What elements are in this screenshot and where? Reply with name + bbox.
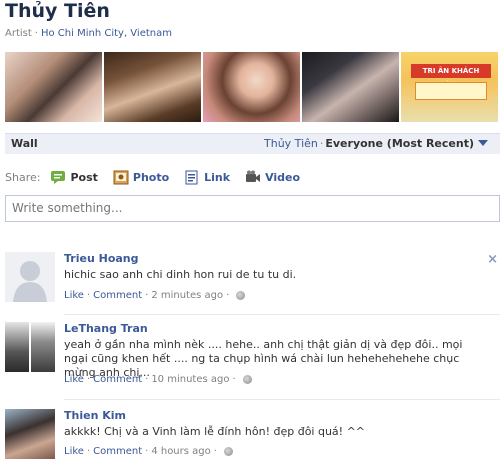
share-row: Share: Post Photo Link Video	[5, 168, 315, 186]
post-meta: Like · Comment · 4 hours ago ·	[64, 446, 233, 457]
wall-bar: Wall Thủy Tiên · Everyone (Most Recent)	[5, 133, 500, 154]
owner-filter-link[interactable]: Thủy Tiên	[264, 137, 318, 150]
share-post-button[interactable]: Post	[50, 170, 98, 185]
separator: ·	[145, 290, 149, 301]
separator: ·	[145, 374, 149, 385]
divider	[64, 399, 500, 400]
post-timestamp[interactable]: 10 minutes ago	[151, 374, 229, 385]
photo-icon	[113, 170, 129, 185]
avatar-image	[5, 322, 29, 372]
separator: ·	[86, 446, 91, 457]
photo-banner-text: TRI ÂN KHÁCH HÀNG	[411, 64, 491, 89]
share-photo-button[interactable]: Photo	[113, 170, 169, 185]
comment-link[interactable]: Comment	[93, 374, 142, 385]
photo-strip: TRI ÂN KHÁCH HÀNG	[5, 52, 500, 122]
separator: ·	[34, 28, 38, 39]
profile-subline: Artist · Ho Chi Minh City, Vietnam	[5, 28, 172, 39]
profile-name: Thủy Tiên	[5, 0, 110, 22]
post-author[interactable]: Trieu Hoang	[64, 252, 139, 265]
video-icon	[245, 170, 261, 185]
profile-photo-4[interactable]	[302, 52, 399, 122]
globe-icon	[242, 375, 252, 384]
post-timestamp[interactable]: 4 hours ago	[151, 446, 210, 457]
wall-post: Thien Kim akkkk! Chị và a Vinh làm lễ đí…	[5, 409, 500, 465]
separator: ·	[319, 137, 324, 150]
profile-photo-5[interactable]: TRI ÂN KHÁCH HÀNG	[401, 52, 498, 122]
post-author[interactable]: Thien Kim	[64, 409, 126, 422]
profile-location-link[interactable]: Ho Chi Minh City, Vietnam	[41, 28, 172, 39]
avatar[interactable]	[5, 252, 55, 302]
globe-icon	[223, 447, 233, 456]
close-icon[interactable]: ×	[487, 252, 498, 267]
avatar[interactable]	[5, 409, 55, 459]
chevron-down-icon[interactable]	[478, 140, 488, 146]
post-timestamp[interactable]: 2 minutes ago	[151, 290, 223, 301]
post-meta: Like · Comment · 2 minutes ago ·	[64, 290, 246, 301]
wall-tab[interactable]: Wall	[11, 137, 38, 150]
separator: ·	[86, 374, 91, 385]
audience-filter[interactable]: Everyone (Most Recent)	[325, 137, 474, 150]
separator: ·	[226, 290, 230, 301]
avatar[interactable]	[5, 322, 55, 372]
like-link[interactable]: Like	[64, 374, 84, 385]
avatar-image	[31, 322, 55, 372]
comment-link[interactable]: Comment	[93, 290, 142, 301]
profile-photo-3[interactable]	[203, 52, 300, 122]
share-photo-label: Photo	[132, 170, 170, 184]
profile-category: Artist	[5, 28, 32, 39]
comment-link[interactable]: Comment	[93, 446, 142, 457]
separator: ·	[145, 446, 149, 457]
share-video-button[interactable]: Video	[245, 170, 300, 185]
share-post-label: Post	[70, 170, 98, 184]
share-link-button[interactable]: Link	[184, 170, 230, 185]
share-link-label: Link	[204, 170, 231, 184]
post-meta: Like · Comment · 10 minutes ago ·	[64, 374, 252, 385]
globe-icon	[236, 291, 246, 300]
post-author[interactable]: LeThang Tran	[64, 322, 148, 335]
photo-banner-graphic	[415, 82, 487, 100]
wall-post: Trieu Hoang hichic sao anh chi dinh hon …	[5, 252, 500, 312]
write-something-input[interactable]: Write something...	[5, 195, 500, 222]
wall-post: LeThang Tran yeah ở gần nha mình nèk ...…	[5, 322, 500, 392]
profile-photo-2[interactable]	[104, 52, 201, 122]
post-text: hichic sao anh chi dinh hon rui de tu tu…	[64, 268, 297, 281]
like-link[interactable]: Like	[64, 290, 84, 301]
post-text: akkkk! Chị và a Vinh làm lễ đính hôn! đẹ…	[64, 425, 366, 438]
share-label: Share:	[5, 170, 41, 184]
separator: ·	[86, 290, 91, 301]
separator: ·	[213, 446, 217, 457]
share-video-label: Video	[265, 170, 301, 184]
divider	[64, 314, 500, 315]
link-icon	[184, 170, 200, 185]
like-link[interactable]: Like	[64, 446, 84, 457]
wall-filter[interactable]: Thủy Tiên · Everyone (Most Recent)	[264, 137, 488, 150]
post-icon	[50, 170, 66, 185]
profile-photo-1[interactable]	[5, 52, 102, 122]
separator: ·	[232, 374, 236, 385]
